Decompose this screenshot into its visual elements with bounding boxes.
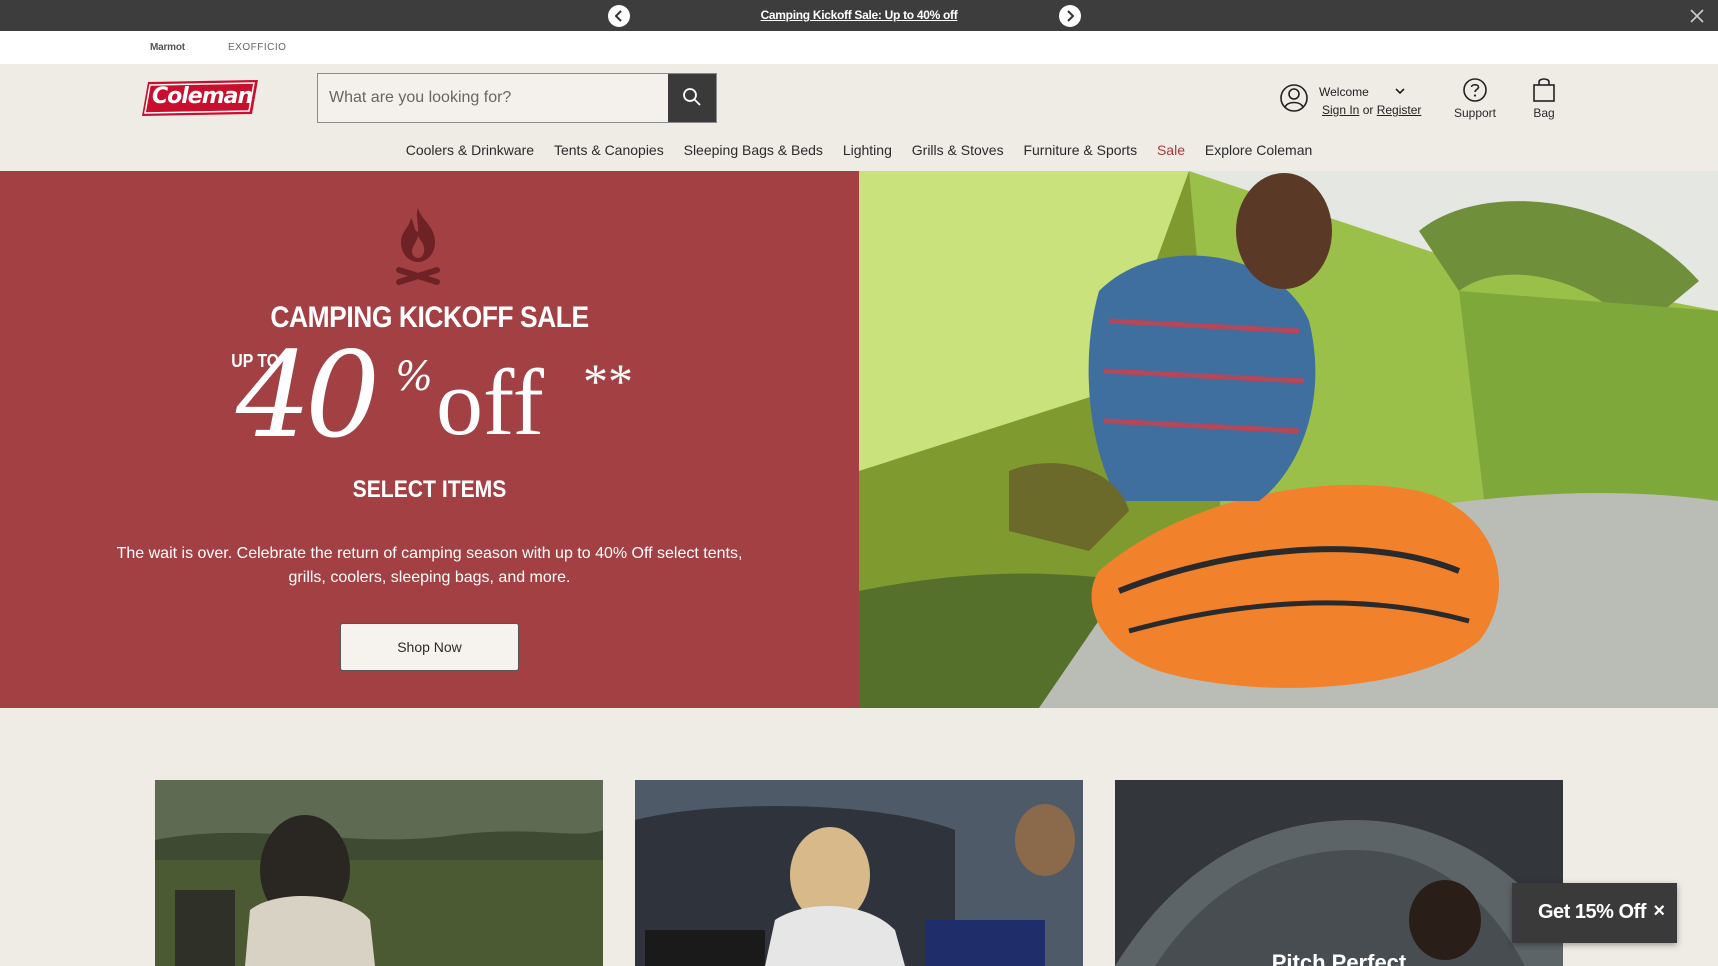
search-icon	[683, 88, 701, 106]
shop-now-button[interactable]: Shop Now	[340, 623, 519, 671]
card-title: Pitch Perfect	[1271, 950, 1407, 966]
hero-select-items: SELECT ITEMS	[352, 476, 507, 503]
auth-links: Sign In or Register	[1322, 103, 1421, 117]
category-card[interactable]: Pitch Perfect	[1115, 780, 1563, 966]
welcome-label: Welcome	[1319, 85, 1369, 99]
nav-item-coolers[interactable]: Coolers & Drinkware	[406, 142, 534, 158]
card-photo-tent	[1115, 780, 1563, 966]
nav-item-tents[interactable]: Tents & Canopies	[554, 142, 664, 158]
logo-text: Coleman	[152, 84, 253, 109]
hero-asterisks: **	[583, 353, 633, 409]
hero-promo-panel: CAMPING KICKOFF SALE UP TO 40 % off ** S…	[0, 171, 859, 708]
support-label: Support	[1453, 106, 1497, 120]
shopping-bag-icon	[1533, 78, 1555, 102]
nav-item-furniture[interactable]: Furniture & Sports	[1023, 142, 1137, 158]
coleman-logo[interactable]: Coleman	[140, 78, 260, 118]
hero-description: The wait is over. Celebrate the return o…	[116, 545, 743, 586]
hero-photo-illustration	[859, 171, 1718, 708]
help-circle-icon	[1463, 78, 1487, 102]
close-icon	[1690, 9, 1704, 23]
chevron-right-icon	[1067, 10, 1075, 22]
nav-item-sleeping-bags[interactable]: Sleeping Bags & Beds	[684, 142, 823, 158]
account-menu[interactable]: Welcome Sign In or Register	[1280, 78, 1440, 122]
or-label: or	[1362, 103, 1374, 117]
hero-title: CAMPING KICKOFF SALE	[270, 301, 589, 334]
hero-off: off	[436, 351, 544, 455]
search-bar	[317, 73, 717, 123]
brand-link-exofficio[interactable]: EXOFFICIO	[228, 42, 286, 53]
bag-label: Bag	[1533, 106, 1555, 120]
nav-item-grills[interactable]: Grills & Stoves	[912, 142, 1004, 158]
nav-item-lighting[interactable]: Lighting	[843, 142, 892, 158]
discount-popup[interactable]: Get 15% Off ×	[1512, 883, 1677, 943]
user-icon	[1280, 84, 1308, 112]
sign-in-link[interactable]: Sign In	[1322, 103, 1359, 117]
campfire-icon	[396, 208, 440, 285]
support-link[interactable]: Support	[1453, 77, 1497, 120]
bag-link[interactable]: Bag	[1530, 77, 1558, 120]
hero-percent-sign: %	[395, 354, 434, 400]
promo-bar: Camping Kickoff Sale: Up to 40% off	[0, 0, 1718, 31]
nav-item-explore[interactable]: Explore Coleman	[1205, 142, 1312, 158]
discount-close-button[interactable]: ×	[1653, 900, 1665, 923]
brand-link-marmot[interactable]: Marmot	[150, 42, 185, 53]
search-button[interactable]	[668, 74, 716, 122]
main-nav: Coolers & Drinkware Tents & Canopies Sle…	[0, 142, 1718, 158]
card-photo-tailgate	[635, 780, 1083, 966]
search-input[interactable]	[318, 74, 669, 122]
chevron-down-icon[interactable]	[1394, 86, 1406, 96]
promo-close-button[interactable]	[1688, 7, 1706, 25]
category-card[interactable]	[635, 780, 1083, 966]
hero-image	[859, 171, 1718, 708]
discount-label[interactable]: Get 15% Off	[1538, 901, 1646, 924]
category-card[interactable]	[155, 780, 603, 966]
nav-item-sale[interactable]: Sale	[1157, 142, 1185, 158]
promo-next-button[interactable]	[1059, 5, 1081, 27]
card-photo-outdoor-chair	[155, 780, 603, 966]
promo-link[interactable]: Camping Kickoff Sale: Up to 40% off	[0, 8, 1718, 22]
site-header: Coleman Welcome Sign In or Register	[0, 64, 1718, 171]
register-link[interactable]: Register	[1377, 103, 1422, 117]
brand-switcher: Marmot EXOFFICIO	[0, 31, 1718, 64]
hero-discount-amount: 40	[236, 326, 380, 464]
